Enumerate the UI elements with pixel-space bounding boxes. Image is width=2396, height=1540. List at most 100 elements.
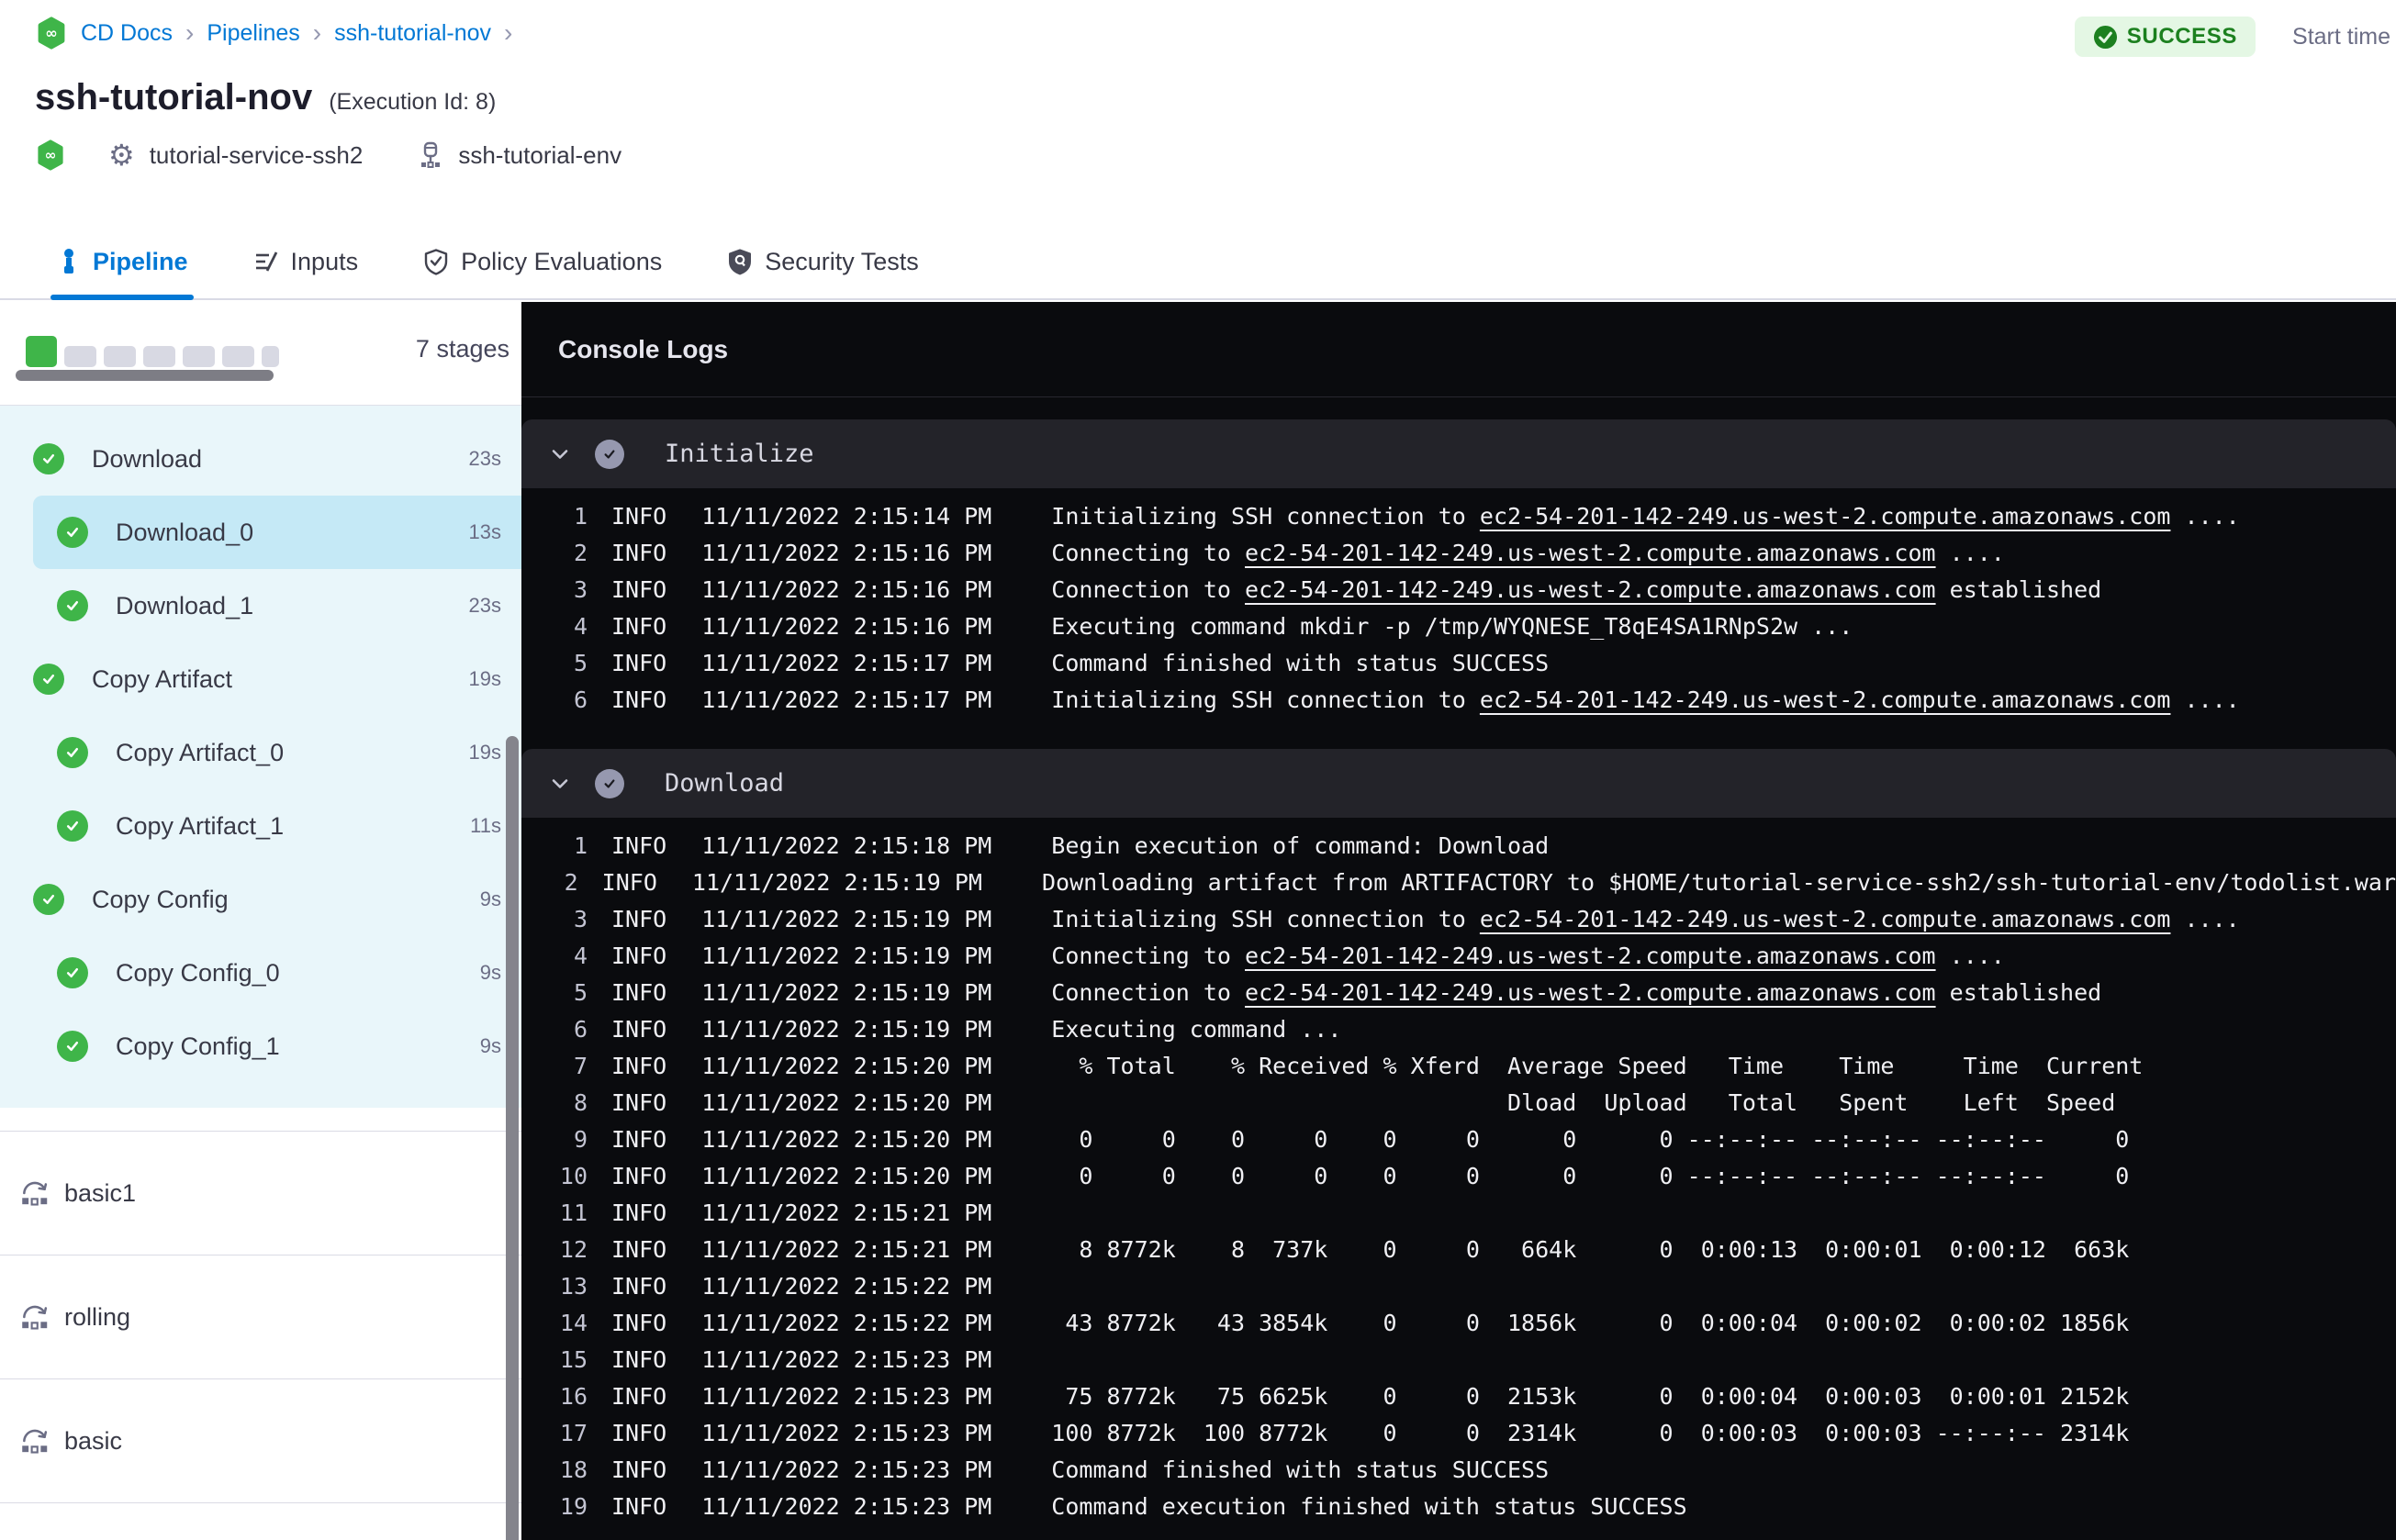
tab-security-tests[interactable]: Security Tests bbox=[721, 225, 924, 298]
log-timestamp: 11/11/2022 2:15:23 PM bbox=[701, 1419, 992, 1446]
log-host-link[interactable]: ec2-54-201-142-249.us-west-2.compute.ama… bbox=[1245, 540, 1936, 566]
log-timestamp: 11/11/2022 2:15:19 PM bbox=[701, 905, 992, 932]
stage-row-download[interactable]: Download 23s bbox=[0, 422, 521, 496]
stage-duration: 9s bbox=[479, 961, 501, 984]
pipeline-item-canary2[interactable]: canary2 bbox=[0, 1502, 521, 1540]
log-section-header-download[interactable]: Download bbox=[521, 749, 2396, 818]
log-section-initialize: Initialize 1 INFO 11/11/2022 2:15:14 PM Init… bbox=[521, 419, 2396, 727]
log-timestamp: 11/11/2022 2:15:21 PM bbox=[701, 1199, 992, 1226]
log-line: 17 INFO 11/11/2022 2:15:23 PM 100 8772k 100… bbox=[521, 1414, 2396, 1451]
log-level: INFO bbox=[611, 978, 667, 1006]
stage-label: Copy Artifact_0 bbox=[116, 738, 285, 766]
log-message: Executing command ... bbox=[1051, 1015, 1342, 1043]
stage-success-icon bbox=[33, 664, 64, 695]
stage-progress-square bbox=[143, 346, 175, 367]
log-line-number: 3 bbox=[573, 575, 588, 603]
breadcrumb-cd-docs[interactable]: CD Docs bbox=[81, 20, 173, 47]
stage-row-download-0[interactable]: Download_0 13s bbox=[0, 496, 521, 569]
stage-label: Download_0 bbox=[116, 518, 254, 546]
console-logs-title: Console Logs bbox=[558, 335, 729, 363]
log-line-number: 2 bbox=[573, 539, 588, 566]
breadcrumb-pipelines[interactable]: Pipelines bbox=[207, 20, 299, 47]
pipeline-item-rolling[interactable]: rolling bbox=[0, 1255, 521, 1378]
tab-pipeline[interactable]: Pipeline bbox=[50, 225, 194, 300]
log-timestamp: 11/11/2022 2:15:19 PM bbox=[701, 978, 992, 1006]
log-level: INFO bbox=[611, 1456, 667, 1483]
log-line-number: 4 bbox=[573, 942, 588, 969]
log-line: 4 INFO 11/11/2022 2:15:16 PM Executing comm… bbox=[521, 608, 2396, 644]
stage-row-copy-artifact-1[interactable]: Copy Artifact_1 11s bbox=[0, 789, 521, 863]
chevron-down-icon[interactable] bbox=[549, 443, 571, 465]
log-message: Connecting to ec2-54-201-142-249.us-west… bbox=[1051, 942, 2005, 969]
log-line-number: 11 bbox=[559, 1199, 588, 1226]
chevron-right-icon: › bbox=[185, 18, 195, 47]
log-level: INFO bbox=[611, 1345, 667, 1373]
log-timestamp: 11/11/2022 2:15:20 PM bbox=[701, 1088, 992, 1116]
breadcrumb-pipeline-name[interactable]: ssh-tutorial-nov bbox=[334, 20, 491, 47]
log-timestamp: 11/11/2022 2:15:19 PM bbox=[691, 868, 982, 896]
log-level: INFO bbox=[611, 1015, 667, 1043]
log-line-number: 7 bbox=[573, 1052, 588, 1079]
stages-progress-squares bbox=[26, 336, 279, 367]
stage-row-copy-artifact[interactable]: Copy Artifact 19s bbox=[0, 642, 521, 716]
log-section-header-initialize[interactable]: Initialize bbox=[521, 419, 2396, 488]
page-title: ssh-tutorial-nov bbox=[35, 77, 313, 117]
stage-duration: 19s bbox=[468, 667, 501, 690]
pipeline-label: basic1 bbox=[64, 1178, 137, 1207]
log-host-link[interactable]: ec2-54-201-142-249.us-west-2.compute.ama… bbox=[1480, 503, 2171, 530]
stage-count-label: 7 stages bbox=[415, 335, 509, 363]
log-host-link[interactable]: ec2-54-201-142-249.us-west-2.compute.ama… bbox=[1245, 576, 1936, 603]
log-host-link[interactable]: ec2-54-201-142-249.us-west-2.compute.ama… bbox=[1480, 906, 2171, 932]
log-level: INFO bbox=[611, 1492, 667, 1520]
log-level: INFO bbox=[611, 1052, 667, 1079]
start-time-label: Start time bbox=[2292, 23, 2390, 50]
section-success-icon bbox=[595, 439, 624, 469]
log-level: INFO bbox=[611, 1309, 667, 1336]
log-level: INFO bbox=[611, 539, 667, 566]
stage-duration: 11s bbox=[470, 814, 501, 837]
log-host-link[interactable]: ec2-54-201-142-249.us-west-2.compute.ama… bbox=[1480, 686, 2171, 713]
tab-inputs[interactable]: Inputs bbox=[247, 225, 364, 298]
tab-policy-evaluations[interactable]: Policy Evaluations bbox=[417, 225, 667, 298]
pipeline-item-basic[interactable]: basic bbox=[0, 1378, 521, 1502]
stage-row-download-1[interactable]: Download_1 23s bbox=[0, 569, 521, 642]
stage-row-copy-config-0[interactable]: Copy Config_0 9s bbox=[0, 936, 521, 1010]
stage-progress-square bbox=[26, 336, 57, 367]
stage-success-icon bbox=[57, 590, 88, 621]
tab-label: Policy Evaluations bbox=[461, 247, 663, 275]
chevron-down-icon[interactable] bbox=[549, 773, 571, 795]
log-line-number: 1 bbox=[573, 502, 588, 530]
log-host-link[interactable]: ec2-54-201-142-249.us-west-2.compute.ama… bbox=[1245, 979, 1936, 1006]
log-level: INFO bbox=[601, 868, 657, 896]
stages-progress-scrollbar[interactable] bbox=[16, 370, 274, 381]
stage-row-copy-artifact-0[interactable]: Copy Artifact_0 19s bbox=[0, 716, 521, 789]
page-header: ∞ CD Docs › Pipelines › ssh-tutorial-nov… bbox=[0, 0, 2396, 225]
log-line-number: 8 bbox=[573, 1088, 588, 1116]
stage-success-icon bbox=[57, 957, 88, 988]
stage-success-icon bbox=[57, 1031, 88, 1062]
stage-success-icon bbox=[57, 810, 88, 842]
log-timestamp: 11/11/2022 2:15:21 PM bbox=[701, 1235, 992, 1263]
environment-name[interactable]: ssh-tutorial-env bbox=[458, 141, 621, 170]
inputs-icon bbox=[255, 251, 277, 272]
log-line-number: 15 bbox=[559, 1345, 588, 1373]
log-line-number: 18 bbox=[559, 1456, 588, 1483]
tab-label: Security Tests bbox=[765, 247, 919, 275]
log-line: 5 INFO 11/11/2022 2:15:19 PM Connection to … bbox=[521, 974, 2396, 1010]
stage-progress-square bbox=[183, 346, 215, 367]
sidebar-scrollbar[interactable] bbox=[506, 736, 519, 1540]
service-name[interactable]: tutorial-service-ssh2 bbox=[150, 141, 364, 170]
stage-label: Download_1 bbox=[116, 591, 254, 619]
execution-id: (Execution Id: 8) bbox=[329, 89, 497, 115]
stage-row-copy-config-1[interactable]: Copy Config_1 9s bbox=[0, 1010, 521, 1083]
log-line: 2 INFO 11/11/2022 2:15:19 PM Downloading ar… bbox=[521, 864, 2396, 900]
pipeline-item-basic1[interactable]: basic1 bbox=[0, 1131, 521, 1255]
log-host-link[interactable]: ec2-54-201-142-249.us-west-2.compute.ama… bbox=[1245, 943, 1936, 969]
stage-row-copy-config[interactable]: Copy Config 9s bbox=[0, 863, 521, 936]
log-line-number: 14 bbox=[559, 1309, 588, 1336]
harness-cd-icon: ∞ bbox=[35, 139, 66, 171]
stage-progress-square bbox=[262, 346, 279, 367]
stage-label: Copy Artifact_1 bbox=[116, 811, 285, 840]
log-message: Dload Upload Total Spent Left Speed bbox=[1051, 1088, 2116, 1116]
log-message: Command finished with status SUCCESS bbox=[1051, 1456, 1550, 1483]
